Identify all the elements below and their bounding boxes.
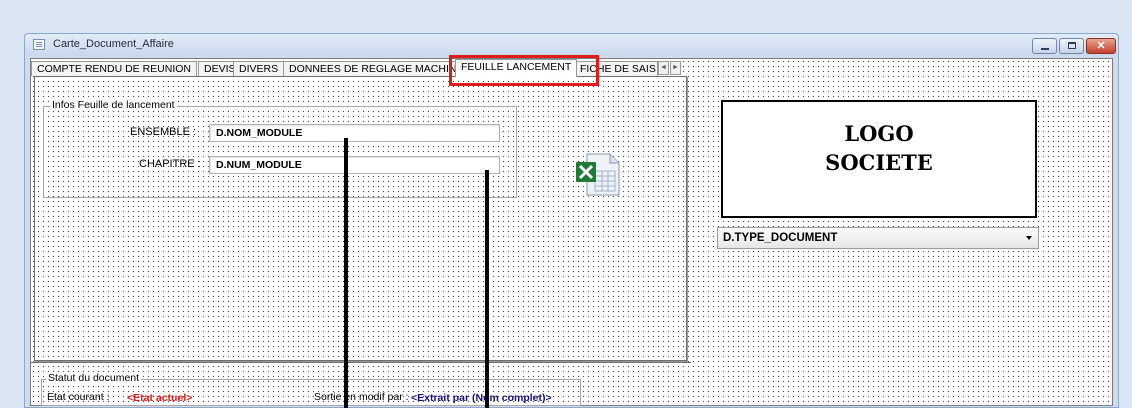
- tab-scroll-left-button[interactable]: ◄: [658, 61, 669, 75]
- tab-scroll-right-button[interactable]: ►: [670, 61, 681, 75]
- chapitre-label: CHAPITRE :: [139, 158, 201, 170]
- maximize-button[interactable]: [1059, 38, 1084, 54]
- chapitre-field[interactable]: D.NUM_MODULE: [209, 156, 500, 174]
- type-document-combo[interactable]: D.TYPE_DOCUMENT: [717, 227, 1039, 249]
- ensemble-field[interactable]: D.NOM_MODULE: [209, 124, 500, 142]
- etat-courant-value: <Etat actuel>: [127, 392, 193, 404]
- statut-document-legend: Statut du document: [46, 372, 142, 384]
- form-design-area: COMPTE RENDU DE REUNION DEVIS DIVERS DON…: [30, 55, 1113, 406]
- logo-line-1: LOGO: [844, 121, 914, 146]
- form-icon: [33, 39, 45, 50]
- chevron-down-icon[interactable]: [1026, 236, 1032, 240]
- annotation-line-ensemble: [344, 138, 348, 408]
- window-title: Carte_Document_Affaire: [53, 38, 174, 50]
- company-logo-placeholder: LOGO SOCIETE: [721, 100, 1037, 218]
- etat-courant-label: Etat courant :: [47, 391, 110, 403]
- close-button[interactable]: ✕: [1086, 38, 1116, 54]
- tab-compte-rendu[interactable]: COMPTE RENDU DE REUNION: [31, 61, 198, 76]
- ensemble-label: ENSEMBLE :: [130, 126, 197, 138]
- footer-divider: [31, 362, 691, 363]
- annotation-line-chapitre: [485, 170, 489, 408]
- minimize-button[interactable]: [1032, 38, 1057, 54]
- sortie-modif-label: Sortie en modif par :: [314, 391, 409, 403]
- tab-divers[interactable]: DIVERS: [233, 61, 285, 76]
- title-bar[interactable]: Carte_Document_Affaire ✕: [25, 34, 1118, 56]
- highlight-box: [449, 55, 599, 86]
- close-icon: ✕: [1096, 40, 1106, 52]
- infos-feuille-group: Infos Feuille de lancement: [43, 99, 517, 198]
- tab-donnees-reglage[interactable]: DONNEES DE REGLAGE MACHINE: [283, 61, 470, 76]
- form-window: Carte_Document_Affaire ✕ COMPTE RENDU DE…: [24, 33, 1119, 408]
- extrait-par-value: <Extrait par (Nom complet)>: [411, 392, 552, 404]
- infos-feuille-legend: Infos Feuille de lancement: [50, 99, 177, 111]
- type-document-value: D.TYPE_DOCUMENT: [723, 232, 838, 244]
- logo-line-2: SOCIETE: [825, 150, 933, 175]
- excel-file-icon[interactable]: [574, 149, 622, 197]
